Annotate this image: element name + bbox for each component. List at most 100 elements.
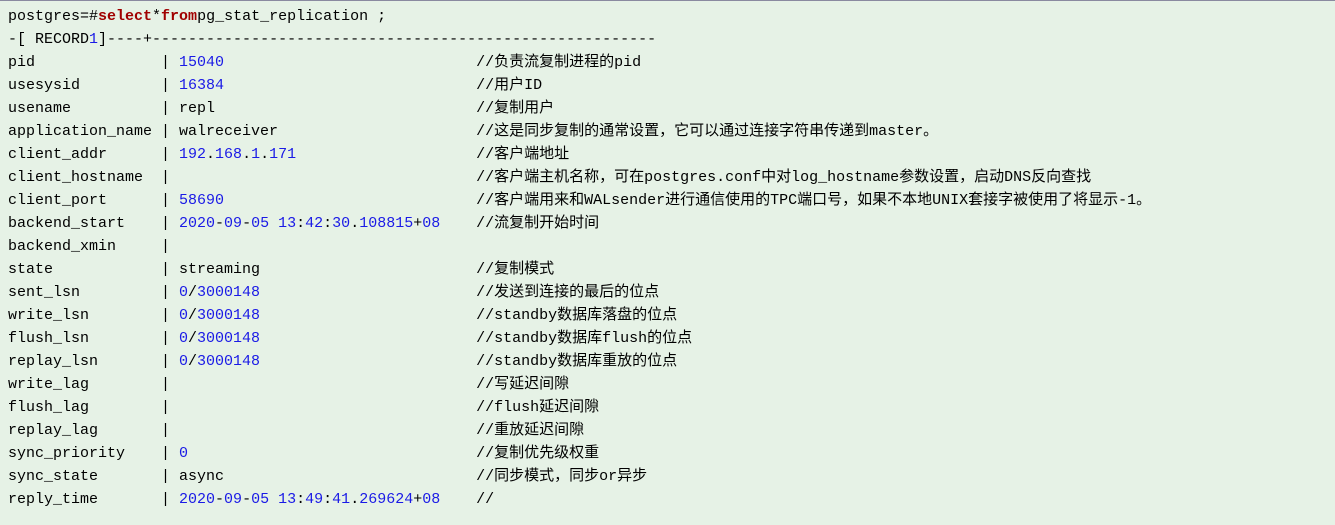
- record-row-sync-priority: sync_priority| 0//复制优先级权重: [8, 442, 1327, 465]
- field-value: walreceiver: [179, 120, 476, 143]
- field-name: replay_lag: [8, 419, 161, 442]
- field-comment: //客户端主机名称，可在postgres.conf中对log_hostname参…: [476, 166, 1091, 189]
- keyword-from: from: [161, 5, 197, 28]
- sql-query-line: postgres=# select * from pg_stat_replica…: [8, 5, 1327, 28]
- column-separator: |: [161, 143, 179, 166]
- field-name: usesysid: [8, 74, 161, 97]
- column-separator: |: [161, 488, 179, 511]
- table-name: pg_stat_replication ;: [197, 5, 386, 28]
- column-separator: |: [161, 212, 179, 235]
- record-row-state: state| streaming//复制模式: [8, 258, 1327, 281]
- field-name: backend_start: [8, 212, 161, 235]
- column-separator: |: [161, 419, 179, 442]
- field-value: [179, 373, 476, 396]
- field-comment: //: [476, 488, 494, 511]
- field-name: flush_lag: [8, 396, 161, 419]
- column-separator: |: [161, 396, 179, 419]
- field-name: sync_priority: [8, 442, 161, 465]
- column-separator: |: [161, 281, 179, 304]
- record-row-write-lsn: write_lsn| 0/3000148//standby数据库落盘的位点: [8, 304, 1327, 327]
- record-row-client-addr: client_addr| 192.168.1.171//客户端地址: [8, 143, 1327, 166]
- field-name: replay_lsn: [8, 350, 161, 373]
- field-name: pid: [8, 51, 161, 74]
- field-value: 192.168.1.171: [179, 143, 476, 166]
- column-separator: |: [161, 166, 179, 189]
- column-separator: |: [161, 120, 179, 143]
- record-row-backend-start: backend_start| 2020-09-05 13:42:30.10881…: [8, 212, 1327, 235]
- field-comment: //flush延迟间隙: [476, 396, 599, 419]
- record-row-usesysid: usesysid| 16384//用户ID: [8, 74, 1327, 97]
- field-comment: //客户端地址: [476, 143, 569, 166]
- record-row-replay-lsn: replay_lsn| 0/3000148//standby数据库重放的位点: [8, 350, 1327, 373]
- column-separator: |: [161, 465, 179, 488]
- terminal-output: postgres=# select * from pg_stat_replica…: [8, 5, 1327, 511]
- field-comment: //用户ID: [476, 74, 542, 97]
- field-comment: //负责流复制进程的pid: [476, 51, 641, 74]
- column-separator: |: [161, 350, 179, 373]
- field-value: [179, 419, 476, 442]
- record-row-backend-xmin: backend_xmin|: [8, 235, 1327, 258]
- field-name: client_port: [8, 189, 161, 212]
- keyword-select: select: [98, 5, 152, 28]
- column-separator: |: [161, 373, 179, 396]
- field-value: 2020-09-05 13:42:30.108815+08: [179, 212, 476, 235]
- psql-prompt: postgres=#: [8, 5, 98, 28]
- field-value: 15040: [179, 51, 476, 74]
- column-separator: |: [161, 304, 179, 327]
- record-row-replay-lag: replay_lag| //重放延迟间隙: [8, 419, 1327, 442]
- field-comment: //复制模式: [476, 258, 554, 281]
- field-value: async: [179, 465, 476, 488]
- field-value: 0: [179, 442, 476, 465]
- field-name: backend_xmin: [8, 235, 161, 258]
- column-separator: |: [161, 235, 179, 258]
- field-value: 0/3000148: [179, 350, 476, 373]
- record-row-reply-time: reply_time| 2020-09-05 13:49:41.269624+0…: [8, 488, 1327, 511]
- field-comment: //发送到连接的最后的位点: [476, 281, 659, 304]
- field-value: [179, 396, 476, 419]
- field-name: flush_lsn: [8, 327, 161, 350]
- record-row-flush-lag: flush_lag| //flush延迟间隙: [8, 396, 1327, 419]
- field-name: write_lag: [8, 373, 161, 396]
- record-row-client-hostname: client_hostname| //客户端主机名称，可在postgres.co…: [8, 166, 1327, 189]
- field-name: client_addr: [8, 143, 161, 166]
- field-comment: //standby数据库重放的位点: [476, 350, 677, 373]
- column-separator: |: [161, 258, 179, 281]
- field-value: 0/3000148: [179, 304, 476, 327]
- column-separator: |: [161, 51, 179, 74]
- record-row-sync-state: sync_state| async//同步模式，同步or异步: [8, 465, 1327, 488]
- field-value: 0/3000148: [179, 327, 476, 350]
- field-name: application_name: [8, 120, 161, 143]
- field-comment: //这是同步复制的通常设置，它可以通过连接字符串传递到master。: [476, 120, 938, 143]
- record-row-application-name: application_name| walreceiver//这是同步复制的通常…: [8, 120, 1327, 143]
- field-name: sent_lsn: [8, 281, 161, 304]
- field-value: [179, 235, 476, 258]
- field-name: sync_state: [8, 465, 161, 488]
- field-comment: //重放延迟间隙: [476, 419, 584, 442]
- record-header: -[ RECORD 1 ]----+----------------------…: [8, 28, 1327, 51]
- field-name: write_lsn: [8, 304, 161, 327]
- column-separator: |: [161, 189, 179, 212]
- field-value: streaming: [179, 258, 476, 281]
- field-comment: //客户端用来和WALsender进行通信使用的TPC端口号，如果不本地UNIX…: [476, 189, 1151, 212]
- field-value: 16384: [179, 74, 476, 97]
- record-row-client-port: client_port| 58690//客户端用来和WALsender进行通信使…: [8, 189, 1327, 212]
- field-value: repl: [179, 97, 476, 120]
- field-name: client_hostname: [8, 166, 161, 189]
- field-comment: //流复制开始时间: [476, 212, 599, 235]
- column-separator: |: [161, 74, 179, 97]
- column-separator: |: [161, 442, 179, 465]
- record-row-flush-lsn: flush_lsn| 0/3000148//standby数据库flush的位点: [8, 327, 1327, 350]
- field-comment: //写延迟间隙: [476, 373, 569, 396]
- field-comment: //复制用户: [476, 97, 554, 120]
- column-separator: |: [161, 97, 179, 120]
- field-comment: //复制优先级权重: [476, 442, 599, 465]
- field-name: reply_time: [8, 488, 161, 511]
- column-separator: |: [161, 327, 179, 350]
- field-name: state: [8, 258, 161, 281]
- field-value: [179, 166, 476, 189]
- field-value: 2020-09-05 13:49:41.269624+08: [179, 488, 476, 511]
- record-row-pid: pid| 15040//负责流复制进程的pid: [8, 51, 1327, 74]
- record-row-write-lag: write_lag| //写延迟间隙: [8, 373, 1327, 396]
- record-row-usename: usename| repl//复制用户: [8, 97, 1327, 120]
- field-comment: //standby数据库flush的位点: [476, 327, 692, 350]
